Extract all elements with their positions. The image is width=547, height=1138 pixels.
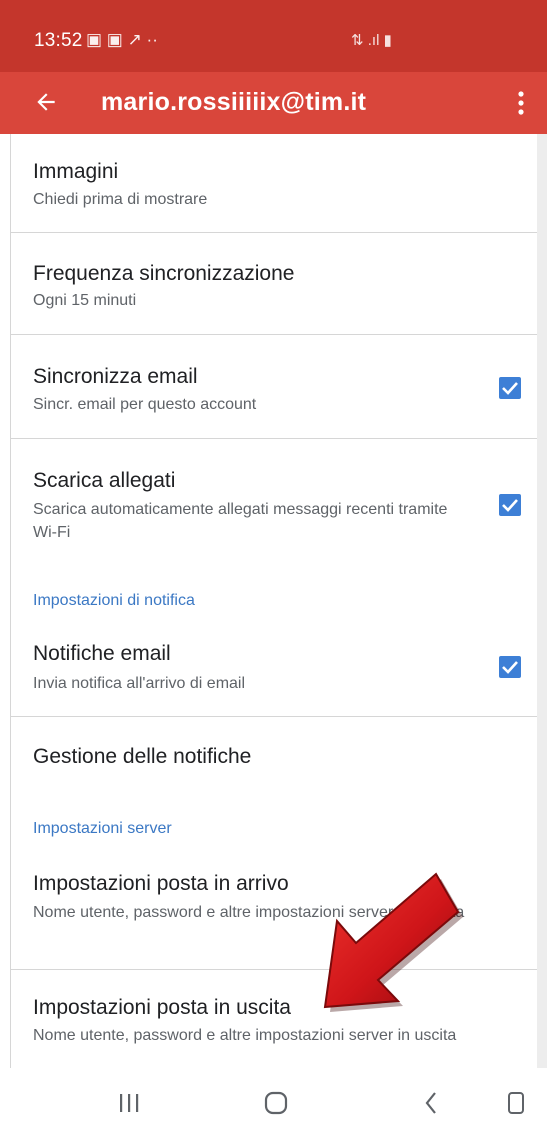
email-notifications-checkbox[interactable] [499, 656, 521, 678]
setting-title: Scarica allegati [33, 469, 176, 492]
recents-icon[interactable] [118, 1082, 140, 1122]
status-bar: 13:52 ▣ ▣ ↗ ·· ⇅ .ıl ▮ [0, 0, 547, 72]
system-nav-bar [0, 1068, 547, 1138]
app-bar: mario.rossiiiiix@tim.it [0, 72, 547, 134]
setting-title: Frequenza sincronizzazione [33, 262, 295, 285]
setting-title: Immagini [33, 160, 119, 183]
setting-scarica-allegati[interactable]: Scarica allegati Scarica automaticamente… [11, 439, 547, 567]
setting-title: Notifiche email [33, 642, 171, 665]
setting-summary: Invia notifica all'arrivo di email [33, 675, 246, 692]
nav-back-icon[interactable] [422, 1082, 442, 1122]
notification-icons: ▣ ▣ ↗ ·· [86, 30, 158, 49]
status-time: 13:52 [34, 30, 83, 51]
account-title: mario.rossiiiiix@tim.it [101, 88, 367, 116]
setting-title: Impostazioni posta in uscita [33, 996, 291, 1019]
section-header-notifiche: Impostazioni di notifica [33, 592, 195, 609]
settings-list: Immagini Chiedi prima di mostrare Freque… [10, 134, 547, 1068]
setting-summary: Scarica automaticamente allegati messagg… [33, 501, 448, 541]
setting-notifiche-email[interactable]: Notifiche email Invia notifica all'arriv… [11, 618, 547, 716]
setting-summary: Ogni 15 minuti [33, 292, 137, 309]
setting-summary: Nome utente, password e altre impostazio… [33, 904, 465, 921]
home-icon[interactable] [263, 1082, 289, 1122]
setting-posta-in-arrivo[interactable]: Impostazioni posta in arrivo Nome utente… [11, 846, 547, 969]
setting-frequenza-sincronizzazione[interactable]: Frequenza sincronizzazione Ogni 15 minut… [11, 233, 547, 334]
phone-icon[interactable] [506, 1082, 526, 1122]
section-header-server: Impostazioni server [33, 820, 172, 837]
setting-posta-in-uscita[interactable]: Impostazioni posta in uscita Nome utente… [11, 970, 547, 1068]
setting-immagini[interactable]: Immagini Chiedi prima di mostrare [11, 134, 547, 232]
scrollbar[interactable] [537, 134, 547, 1068]
arrow-back-icon[interactable] [24, 80, 68, 124]
sync-email-checkbox[interactable] [499, 377, 521, 399]
setting-title: Gestione delle notifiche [33, 745, 252, 768]
setting-title: Impostazioni posta in arrivo [33, 872, 289, 895]
setting-sincronizza-email[interactable]: Sincronizza email Sincr. email per quest… [11, 335, 547, 438]
setting-summary: Nome utente, password e altre impostazio… [33, 1027, 457, 1044]
setting-summary: Sincr. email per questo account [33, 396, 257, 413]
more-vert-icon[interactable] [507, 82, 535, 124]
signal-battery-icons: ⇅ .ıl ▮ [351, 32, 392, 49]
setting-gestione-notifiche[interactable]: Gestione delle notifiche [11, 717, 547, 797]
download-attachments-checkbox[interactable] [499, 494, 521, 516]
setting-summary: Chiedi prima di mostrare [33, 191, 208, 208]
setting-title: Sincronizza email [33, 365, 198, 388]
